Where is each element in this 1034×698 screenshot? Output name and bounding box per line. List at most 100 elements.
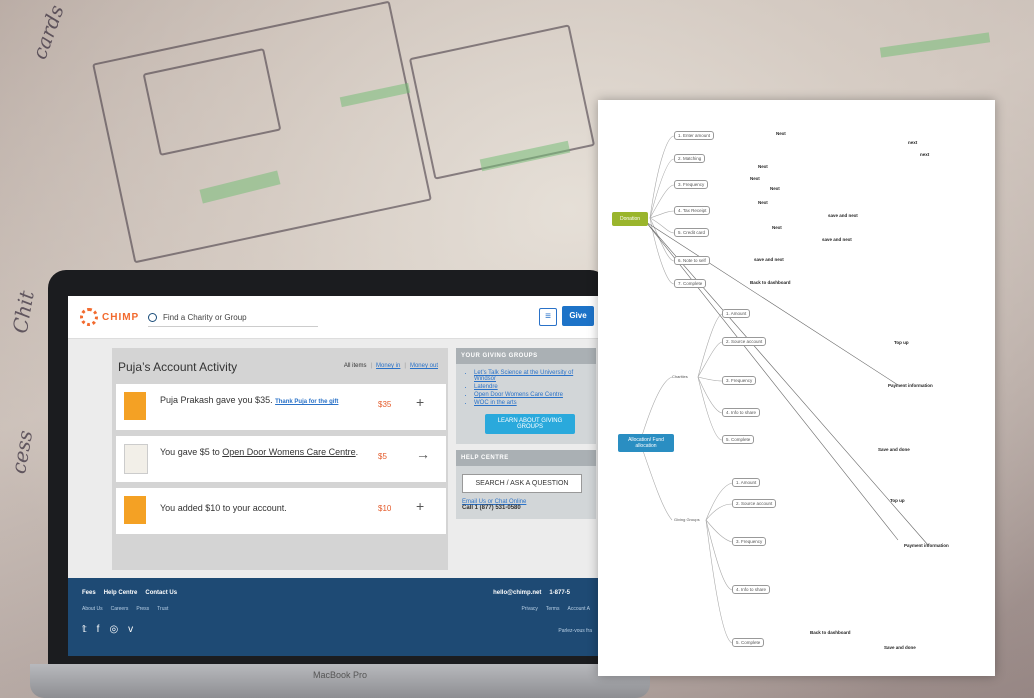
footer-email[interactable]: hello@chimp.net (493, 590, 541, 596)
mindmap-node: 4. Info to share (722, 408, 761, 417)
menu-button[interactable]: ≡ (539, 308, 557, 326)
charity-logo (124, 444, 148, 474)
mindmap-label: Back to dashboard (810, 630, 851, 635)
logo-text: CHIMP (102, 311, 140, 323)
footer-link[interactable]: Privacy (521, 606, 537, 612)
mindmap-label: Save and done (884, 645, 916, 650)
mindmap-node: 6. Note to self (674, 256, 710, 265)
laptop-screen: CHIMP Find a Charity or Group ≡ Give Puj… (68, 296, 600, 656)
activity-text: You gave $5 to Open Door Womens Care Cen… (160, 446, 360, 458)
footer-link-contact[interactable]: Contact Us (145, 590, 177, 596)
mindmap-node: 3. Frequency (674, 180, 709, 189)
tab-money-out[interactable]: Money out (410, 363, 438, 369)
footer-link-fees[interactable]: Fees (82, 590, 96, 596)
footer-contact: hello@chimp.net 1-877-5 (493, 590, 570, 596)
vimeo-icon[interactable]: v (128, 624, 133, 635)
mindmap-label: Next (758, 200, 768, 205)
mindmap-node: 1. Amount (722, 309, 751, 318)
mindmap-label: Next (750, 176, 760, 181)
search-placeholder: Find a Charity or Group (163, 312, 247, 322)
activity-message-end: . (355, 447, 359, 457)
mindmap-label: Payment information (904, 543, 949, 548)
site-header: CHIMP Find a Charity or Group ≡ Give (68, 296, 600, 339)
activity-filter-tabs: All items | Money in | Money out (343, 363, 438, 369)
expand-plus-icon[interactable]: + (416, 394, 424, 410)
mindmap-node: 2. Matching (674, 154, 706, 163)
mindmap-node: 2. Source account (722, 337, 767, 346)
mindmap-node: 7. Complete (674, 279, 707, 288)
account-activity-panel: Puja’s Account Activity All items | Mone… (112, 348, 448, 570)
mindmap-node: 5. Credit card (674, 228, 710, 237)
expand-plus-icon[interactable]: + (416, 498, 424, 514)
activity-title: Puja’s Account Activity (118, 360, 238, 374)
giving-group-link[interactable]: Latendre (474, 384, 590, 390)
mindmap-label: save and next (822, 237, 852, 242)
mindmap-label: Save and done (878, 447, 910, 452)
activity-text: You added $10 to your account. (160, 503, 287, 513)
giving-group-link[interactable]: Let’s Talk Science at the University of … (474, 370, 590, 382)
avatar (124, 496, 146, 524)
activity-item: You gave $5 to Open Door Womens Care Cen… (116, 436, 446, 482)
footer-link[interactable]: Careers (111, 606, 129, 612)
sidebar: YOUR GIVING GROUPS Let’s Talk Science at… (456, 348, 596, 519)
mindmap-node: 1. Enter amount (674, 131, 715, 140)
charity-link[interactable]: Open Door Womens Care Centre (222, 447, 355, 457)
giving-group-link[interactable]: Open Door Womens Care Centre (474, 392, 590, 398)
tab-money-in[interactable]: Money in (376, 363, 400, 369)
mindmap-label: Payment information (888, 383, 933, 388)
activity-item: Puja Prakash gave you $35. Thank Puja fo… (116, 384, 446, 430)
mindmap-label: save and next (828, 213, 858, 218)
mindmap-label: Top up (894, 340, 909, 345)
chimp-logo-icon (80, 308, 98, 326)
footer-link[interactable]: Trust (157, 606, 168, 612)
mindmap-label: Back to dashboard (750, 280, 791, 285)
activity-message: You gave $5 to (160, 447, 223, 457)
mindmap-node: 3. Frequency (732, 537, 767, 546)
mindmap-label: next (920, 152, 930, 157)
site-footer: Fees Help Centre Contact Us About Us Car… (68, 578, 600, 656)
footer-link[interactable]: Press (136, 606, 149, 612)
instagram-icon[interactable]: ◎ (109, 624, 118, 635)
mindmap-label: Next (772, 225, 782, 230)
avatar (124, 392, 146, 420)
mindmap-root-allocation: Allocation/ Fund allocation (618, 434, 674, 452)
giving-groups-list: Let’s Talk Science at the University of … (456, 364, 596, 444)
tab-all-items[interactable]: All items (344, 363, 367, 369)
mindmap-label: save and next (754, 257, 784, 262)
learn-giving-groups-button[interactable]: LEARN ABOUT GIVING GROUPS (485, 414, 575, 434)
activity-text: Puja Prakash gave you $35. Thank Puja fo… (160, 394, 360, 408)
giving-group-link[interactable]: WOC in the arts (474, 400, 590, 406)
mindmap-node: 3. Frequency (722, 376, 757, 385)
footer-main-links: Fees Help Centre Contact Us (82, 590, 177, 596)
thank-link[interactable]: Thank Puja for the gift (275, 399, 338, 405)
mindmap-label: Next (776, 131, 786, 136)
mindmap-node: 1. Amount (732, 478, 761, 487)
mindmap-node: 4. Info to share (732, 585, 771, 594)
activity-amount: $35 (378, 400, 392, 409)
mindmap-node: 5. Complete (732, 638, 765, 647)
laptop-label: MacBook Pro (312, 670, 368, 680)
twitter-icon[interactable]: 𝕥 (82, 624, 87, 635)
mindmap-branch: Giving Groups (674, 517, 700, 522)
give-button[interactable]: Give (562, 306, 594, 326)
search-input[interactable]: Find a Charity or Group (148, 308, 318, 327)
language-switch[interactable]: Parlez-vous fra (558, 628, 592, 634)
search-ask-button[interactable]: SEARCH / ASK A QUESTION (462, 474, 582, 493)
mindmap-label: Top up (890, 498, 905, 503)
mindmap-branch: Charities (672, 374, 688, 379)
laptop-base: MacBook Pro (30, 664, 650, 698)
mindmap-node: 5. Complete (722, 435, 755, 444)
help-centre-body: SEARCH / ASK A QUESTION Email Us or Chat… (456, 466, 596, 519)
logo[interactable]: CHIMP (80, 308, 139, 326)
activity-message: Puja Prakash gave you $35. (160, 395, 273, 405)
arrow-right-icon[interactable]: → (416, 446, 430, 462)
footer-link-help[interactable]: Help Centre (104, 590, 138, 596)
footer-link[interactable]: Account A (567, 606, 590, 612)
mindmap-node: 4. Tax Receipt (674, 206, 711, 215)
facebook-icon[interactable]: f (97, 624, 100, 635)
social-links: 𝕥 f ◎ v (82, 624, 133, 635)
footer-link[interactable]: Terms (546, 606, 560, 612)
footer-link[interactable]: About Us (82, 606, 103, 612)
footer-legal-links: Privacy Terms Account A (521, 606, 590, 612)
mindmap-label: next (908, 140, 918, 145)
